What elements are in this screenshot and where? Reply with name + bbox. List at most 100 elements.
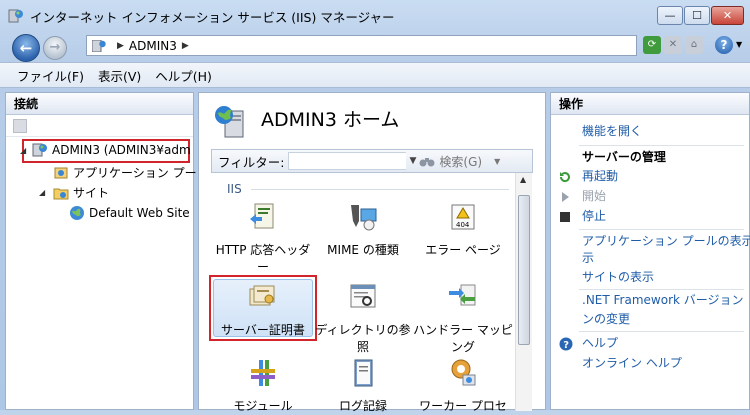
actions-header: 操作 xyxy=(551,93,749,115)
address-separator: ▶ xyxy=(117,40,124,51)
iis-manager-window: インターネット インフォメーション サービス (IIS) マネージャー — ☐ … xyxy=(0,0,750,413)
refresh-icon[interactable]: ⟳ xyxy=(643,36,661,54)
minimize-button[interactable]: — xyxy=(657,6,683,25)
forward-button[interactable]: → xyxy=(43,36,67,60)
action-change-net-version-cont[interactable]: ンの変更 xyxy=(582,309,630,329)
tree-node-server[interactable]: ADMIN3 (ADMIN3¥adm xyxy=(32,142,191,158)
svg-text:?: ? xyxy=(563,340,569,351)
search-dropdown-icon[interactable]: ▼ xyxy=(494,157,500,166)
back-button[interactable]: ← xyxy=(12,34,40,62)
tile-label: モジュール xyxy=(233,399,293,413)
stop-icon[interactable]: ✕ xyxy=(664,36,682,54)
tile-http-headers[interactable]: HTTP 応答ヘッダー xyxy=(211,201,315,276)
tree-node-app-pools[interactable]: アプリケーション プー xyxy=(53,164,197,181)
module-icon xyxy=(251,360,275,386)
action-stop[interactable]: 停止 xyxy=(582,206,606,226)
home-panel: ADMIN3 ホーム フィルター: ▼ 検索(G) ▼ IIS ▲ HTTP 応… xyxy=(198,92,546,413)
filter-input[interactable] xyxy=(288,152,407,170)
action-group-manage-server: サーバーの管理 xyxy=(582,150,666,164)
worker-process-icon xyxy=(451,359,476,386)
home-icon[interactable]: ⌂ xyxy=(685,36,703,54)
connect-icon[interactable] xyxy=(13,119,27,133)
section-title-iis: IIS xyxy=(227,182,242,196)
filter-bar: フィルター: ▼ 検索(G) ▼ xyxy=(211,149,533,173)
tile-label: ワーカー プロセ xyxy=(419,399,507,413)
directory-browse-icon xyxy=(350,284,376,308)
actions-panel: 操作 機能を開く サーバーの管理 再起動 開始 停止 アプリケーション プールの… xyxy=(550,92,750,410)
menu-bar: ファイル(F) 表示(V) ヘルプ(H) xyxy=(0,62,750,88)
action-change-net-version[interactable]: .NET Framework バージョン xyxy=(582,290,744,310)
http-header-icon xyxy=(250,203,274,229)
action-online-help[interactable]: オンライン ヘルプ xyxy=(582,353,682,373)
address-crumb[interactable]: ADMIN3 xyxy=(129,39,177,53)
actions-divider xyxy=(579,229,744,230)
tile-mime-types[interactable]: MIME の種類 xyxy=(311,201,415,259)
tree-label-app-pools: アプリケーション プー xyxy=(73,166,197,180)
tile-label: ディレクトリの参照 xyxy=(315,323,411,354)
tile-label: ハンドラー マッピング xyxy=(413,323,513,354)
globe-icon xyxy=(70,206,84,220)
tile-directory-browsing[interactable]: ディレクトリの参照 xyxy=(311,281,415,356)
maximize-button[interactable]: ☐ xyxy=(684,6,710,25)
scroll-thumb[interactable] xyxy=(518,195,530,345)
tree-node-default-site[interactable]: Default Web Site xyxy=(69,205,190,221)
address-trail-arrow[interactable]: ▶ xyxy=(182,41,189,51)
connections-header: 接続 xyxy=(6,93,193,115)
server-icon xyxy=(92,39,106,52)
tile-modules[interactable]: モジュール xyxy=(211,357,315,415)
binoculars-icon xyxy=(419,158,435,167)
menu-help[interactable]: ヘルプ(H) xyxy=(155,66,212,85)
scroll-up-icon[interactable]: ▲ xyxy=(520,175,526,184)
connections-toolbar xyxy=(6,115,193,137)
tile-error-pages[interactable]: 404 エラー ページ xyxy=(411,201,515,259)
filter-label: フィルター: xyxy=(218,154,285,170)
server-icon xyxy=(215,106,244,138)
menu-file[interactable]: ファイル(F) xyxy=(17,66,84,85)
menu-view[interactable]: 表示(V) xyxy=(98,66,141,85)
stop-icon xyxy=(560,212,570,222)
title-bar: インターネット インフォメーション サービス (IIS) マネージャー — ☐ … xyxy=(0,0,750,30)
chevron-down-icon[interactable]: ▼ xyxy=(736,40,742,49)
actions-divider xyxy=(579,331,744,332)
tile-logging[interactable]: ログ記録 xyxy=(311,357,415,415)
action-restart[interactable]: 再起動 xyxy=(582,166,618,186)
tree-node-sites[interactable]: サイト xyxy=(53,184,109,201)
action-open-feature[interactable]: 機能を開く xyxy=(582,121,642,141)
tile-worker-processes[interactable]: ワーカー プロセ xyxy=(411,357,515,415)
window-title: インターネット インフォメーション サービス (IIS) マネージャー xyxy=(30,10,395,25)
certificate-icon xyxy=(249,285,275,306)
restart-icon xyxy=(559,172,570,183)
section-divider xyxy=(251,189,509,190)
action-start[interactable]: 開始 xyxy=(582,186,606,206)
error-page-icon: 404 xyxy=(451,204,475,230)
svg-text:404: 404 xyxy=(456,221,470,229)
filter-dropdown-icon[interactable]: ▼ xyxy=(409,156,416,166)
tile-label: エラー ページ xyxy=(425,243,501,257)
collapse-arrow-icon[interactable]: ◢ xyxy=(39,188,45,197)
action-view-sites[interactable]: サイトの表示 xyxy=(582,267,654,287)
start-icon xyxy=(562,192,569,202)
app-pool-icon xyxy=(54,167,68,178)
close-button[interactable]: ✕ xyxy=(711,6,744,25)
collapse-arrow-icon[interactable]: ◢ xyxy=(20,146,26,155)
tile-handler-mappings[interactable]: ハンドラー マッピング xyxy=(411,281,515,356)
folder-icon xyxy=(53,188,69,199)
tile-label: MIME の種類 xyxy=(327,243,399,257)
action-view-app-pools[interactable]: アプリケーション プールの表示 xyxy=(582,231,750,251)
action-help[interactable]: ヘルプ xyxy=(582,333,618,353)
iis-app-icon xyxy=(8,9,23,23)
server-icon xyxy=(32,143,47,157)
page-title: ADMIN3 ホーム xyxy=(261,109,400,131)
tile-label: HTTP 応答ヘッダー xyxy=(215,243,311,274)
tree-label-server: ADMIN3 (ADMIN3¥adm xyxy=(52,143,191,157)
action-view-app-pools-cont[interactable]: 示 xyxy=(582,248,594,268)
vertical-scrollbar[interactable]: ▲ xyxy=(515,173,532,411)
logging-icon xyxy=(354,359,373,387)
search-label: 検索(G) xyxy=(439,154,483,169)
mime-icon xyxy=(351,205,377,231)
address-bar[interactable]: ▶ ADMIN3 ▶ xyxy=(86,35,637,56)
help-icon: ? xyxy=(559,337,573,351)
tile-server-certificates[interactable]: サーバー証明書 xyxy=(211,281,315,339)
help-icon[interactable]: ? xyxy=(715,36,733,54)
search-button[interactable]: 検索(G) ▼ xyxy=(419,153,500,170)
